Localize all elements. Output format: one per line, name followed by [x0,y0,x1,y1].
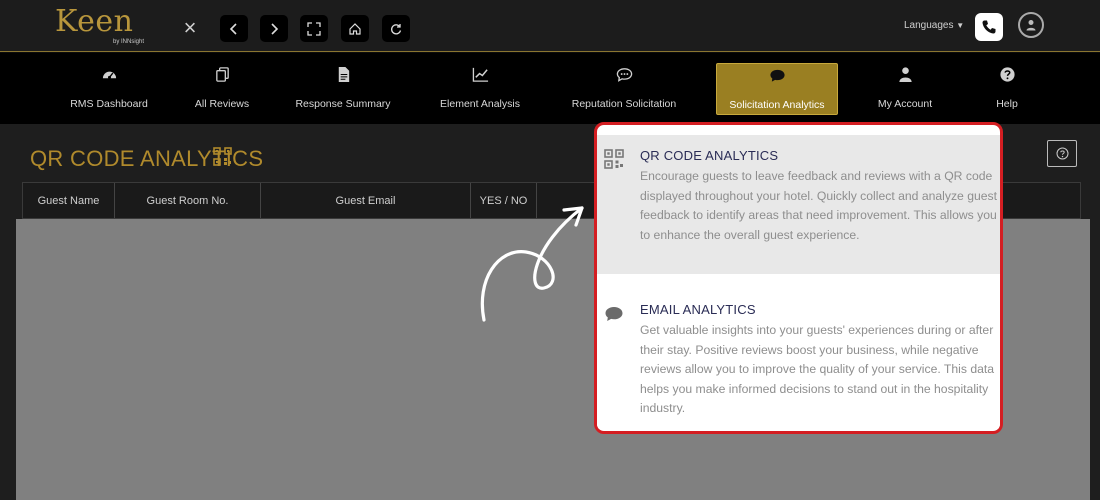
keen-logo[interactable]: Keen by INNsight [55,4,155,48]
user-icon [1026,20,1036,31]
nav-item-my-account[interactable]: My Account [870,63,940,115]
column-header[interactable]: Guest Email [261,183,471,218]
forward-button[interactable] [260,15,288,42]
languages-label: Languages [904,20,954,31]
chevron-down-icon: ▼ [956,21,965,30]
card-description: Encourage guests to leave feedback and r… [640,169,998,242]
analytics-popup: QR CODE ANALYTICS Encourage guests to le… [594,122,1003,434]
home-icon [349,22,361,35]
top-bar: Keen by INNsight × Languages ▼ [0,0,1100,52]
document-icon [338,66,349,82]
chat-dots-icon [616,67,632,82]
card-title: QR CODE ANALYTICS [640,148,779,163]
card-description: Get valuable insights into your guests' … [640,323,995,415]
nav-item-all-reviews[interactable]: All Reviews [186,63,258,115]
back-button[interactable] [220,15,248,42]
nav-item-help[interactable]: Help [990,63,1024,115]
question-icon [999,66,1015,82]
nav-label: Element Analysis [440,98,520,110]
languages-dropdown[interactable]: Languages ▼ [904,20,964,31]
profile-button[interactable] [1018,12,1044,38]
qr-analytics-card[interactable]: QR CODE ANALYTICS Encourage guests to le… [597,135,1000,274]
nav-label: All Reviews [194,98,250,110]
forward-icon [271,22,279,35]
nav-label: Help [996,98,1018,110]
nav-label: Reputation Solicitation [571,98,677,110]
back-icon [229,22,237,35]
nav-item-response-summary[interactable]: Response Summary [290,63,396,115]
phone-icon [982,20,996,34]
logo-text: Keen [55,4,134,39]
home-button[interactable] [341,15,369,42]
nav-label: My Account [877,98,933,110]
curved-arrow-icon [480,206,584,322]
main-nav: RMS Dashboard All Reviews Response Summa… [0,53,1100,124]
help-button[interactable] [1047,140,1077,167]
reviews-icon [215,66,229,82]
expand-icon [307,21,321,36]
user-icon [898,66,912,82]
nav-item-element-analysis[interactable]: Element Analysis [435,63,525,115]
chat-bubble-icon [605,307,623,321]
nav-label: RMS Dashboard [70,98,148,110]
nav-label: Solicitation Analytics [729,99,825,111]
nav-item-solicitation-analytics[interactable]: Solicitation Analytics [716,63,838,115]
qr-code-icon [604,149,624,169]
chat-bubble-icon [769,69,785,82]
refresh-icon [391,23,402,34]
column-header[interactable]: Guest Room No. [115,183,261,218]
refresh-button[interactable] [382,15,410,42]
column-header[interactable]: Guest Name [23,183,115,218]
question-icon [1056,147,1068,160]
chart-icon [472,67,488,82]
fullscreen-button[interactable] [300,15,328,42]
nav-item-rms-dashboard[interactable]: RMS Dashboard [66,63,152,115]
nav-label: Response Summary [295,98,391,110]
qr-code-icon [213,147,232,166]
logo-tagline: by INNsight [113,39,145,45]
close-icon[interactable]: × [180,17,200,39]
phone-button[interactable] [975,13,1003,41]
email-analytics-card[interactable]: EMAIL ANALYTICS Get valuable insights in… [597,274,1000,429]
card-title: EMAIL ANALYTICS [640,302,756,317]
dashboard-icon [102,71,116,79]
nav-item-reputation-solicitation[interactable]: Reputation Solicitation [564,63,684,115]
